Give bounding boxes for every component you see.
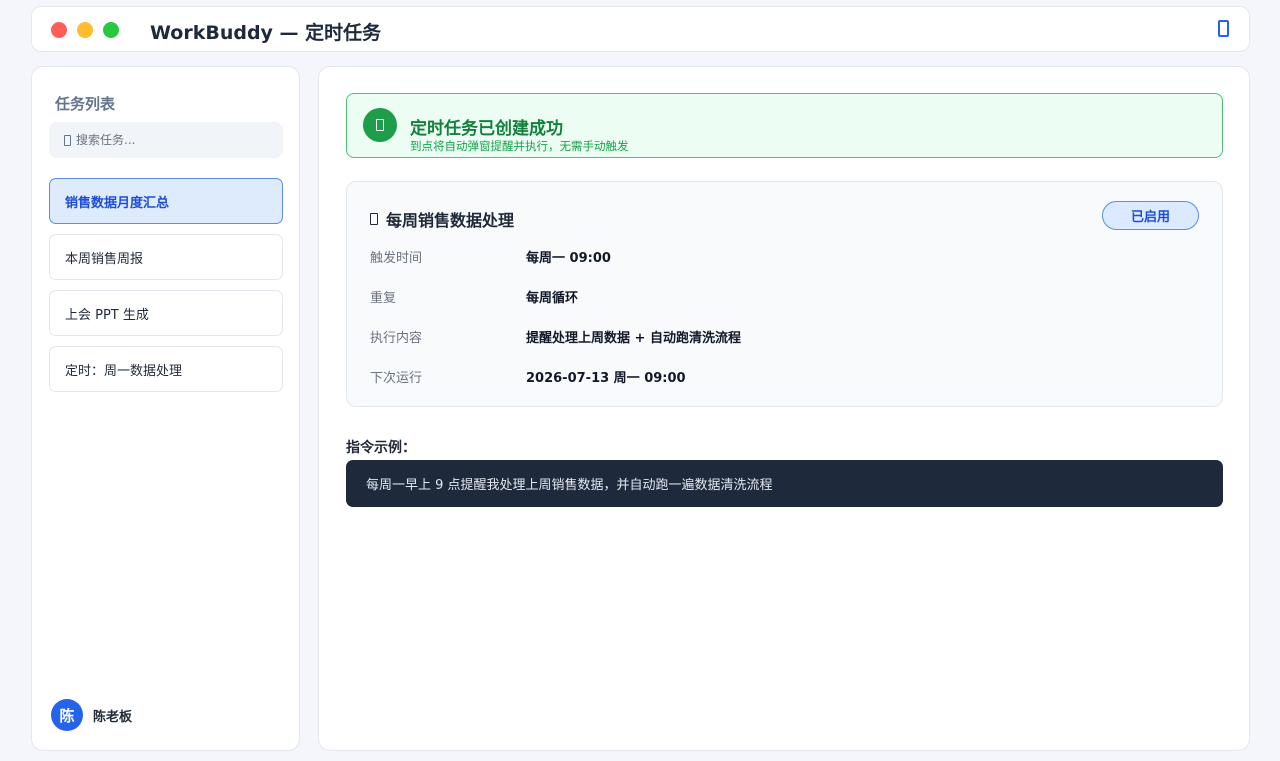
sidebar-item-label: 本周销售周报 bbox=[65, 251, 144, 267]
sidebar: 任务列表 销售数据月度汇总 本周销售周报 上会 PPT 生成 定时：周一数据处理… bbox=[31, 66, 300, 751]
sidebar-title: 任务列表 bbox=[55, 95, 116, 113]
success-subtitle: 到点将自动弹窗提醒并执行，无需手动触发 bbox=[410, 139, 629, 153]
success-icon bbox=[363, 108, 397, 142]
app-icon[interactable] bbox=[1218, 20, 1229, 37]
search-icon bbox=[64, 134, 71, 146]
sidebar-item-label: 定时：周一数据处理 bbox=[65, 363, 183, 379]
task-title-text: 每周销售数据处理 bbox=[386, 211, 515, 230]
sidebar-item-label: 上会 PPT 生成 bbox=[65, 307, 149, 323]
detail-label: 触发时间 bbox=[370, 251, 423, 266]
task-title: 每周销售数据处理 bbox=[370, 207, 514, 231]
avatar: 陈 bbox=[51, 699, 83, 731]
task-icon bbox=[370, 213, 378, 225]
detail-label: 重复 bbox=[370, 291, 397, 306]
detail-value: 每周循环 bbox=[526, 291, 579, 306]
main-panel: 定时任务已创建成功 到点将自动弹窗提醒并执行，无需手动触发 每周销售数据处理 已… bbox=[318, 66, 1250, 751]
detail-value: 每周一 09:00 bbox=[526, 251, 611, 266]
sidebar-item-monday-data-processing[interactable]: 定时：周一数据处理 bbox=[49, 346, 283, 392]
detail-label: 执行内容 bbox=[370, 331, 423, 346]
detail-value: 2026-07-13 周一 09:00 bbox=[526, 371, 686, 386]
success-banner: 定时任务已创建成功 到点将自动弹窗提醒并执行，无需手动触发 bbox=[346, 93, 1223, 158]
status-badge[interactable]: 已启用 bbox=[1102, 201, 1199, 230]
search-box[interactable] bbox=[49, 122, 283, 158]
sidebar-item-weekly-sales-report[interactable]: 本周销售周报 bbox=[49, 234, 283, 280]
close-window-button[interactable] bbox=[51, 22, 67, 38]
example-label: 指令示例： bbox=[346, 440, 416, 456]
user-name: 陈老板 bbox=[93, 709, 133, 725]
detail-label: 下次运行 bbox=[370, 371, 423, 386]
user-profile[interactable]: 陈 陈老板 bbox=[51, 699, 132, 731]
window-title: WorkBuddy — 定时任务 bbox=[150, 22, 382, 44]
sidebar-item-label: 销售数据月度汇总 bbox=[65, 195, 170, 211]
example-command: 每周一早上 9 点提醒我处理上周销售数据，并自动跑一遍数据清洗流程 bbox=[346, 460, 1223, 507]
task-detail-card: 每周销售数据处理 已启用 触发时间 每周一 09:00 重复 每周循环 执行内容… bbox=[346, 181, 1223, 407]
sidebar-item-monthly-sales-summary[interactable]: 销售数据月度汇总 bbox=[49, 178, 283, 224]
detail-value: 提醒处理上周数据 + 自动跑清洗流程 bbox=[526, 331, 741, 346]
search-input[interactable] bbox=[76, 133, 266, 147]
minimize-window-button[interactable] bbox=[77, 22, 93, 38]
sidebar-item-meeting-ppt[interactable]: 上会 PPT 生成 bbox=[49, 290, 283, 336]
success-title: 定时任务已创建成功 bbox=[410, 119, 563, 139]
title-bar: WorkBuddy — 定时任务 bbox=[31, 6, 1250, 52]
maximize-window-button[interactable] bbox=[103, 22, 119, 38]
